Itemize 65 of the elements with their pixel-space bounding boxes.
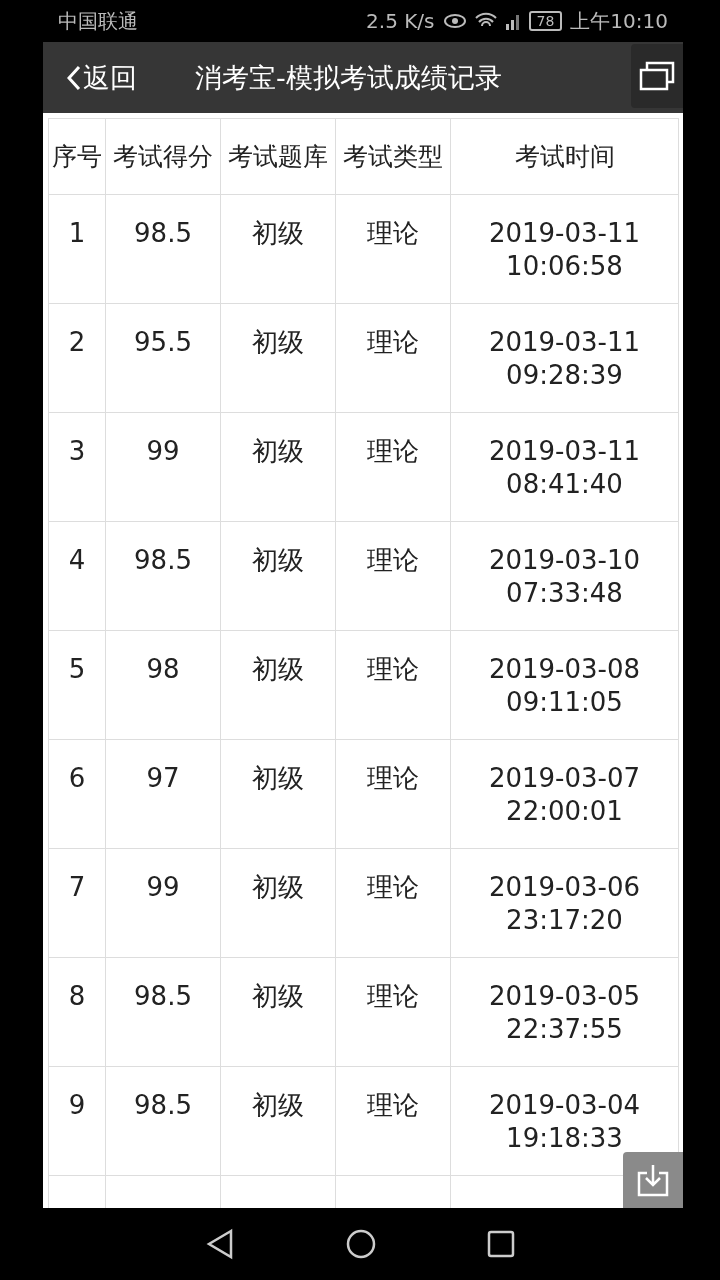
table-cell: 2019-03-11 08:41:40 [451, 413, 679, 522]
back-nav-icon[interactable] [205, 1228, 235, 1260]
table-cell: 初级 [221, 522, 336, 631]
table-cell: 2 [49, 304, 106, 413]
table-cell: 98.5 [106, 195, 221, 304]
battery-indicator: 78 [528, 11, 563, 31]
table-cell: 9 [49, 1067, 106, 1176]
table-cell: 初级 [221, 1067, 336, 1176]
download-button[interactable] [623, 1152, 683, 1208]
table-cell: 初级 [221, 740, 336, 849]
table-cell: 2019-03-07 22:00:01 [451, 740, 679, 849]
table-cell: 初级 [221, 195, 336, 304]
table-cell: 理论 [336, 195, 451, 304]
table-cell: 2019-03-11 09:28:39 [451, 304, 679, 413]
table-cell: 99 [106, 849, 221, 958]
table-cell: 4 [49, 522, 106, 631]
table-cell: 理论 [336, 740, 451, 849]
table-cell: 7 [49, 849, 106, 958]
eye-icon [442, 13, 467, 29]
column-header: 序号 [49, 118, 106, 195]
column-header: 考试类型 [336, 118, 451, 195]
table-cell: 2019-03-10 07:33:48 [451, 522, 679, 631]
chevron-left-icon [67, 64, 81, 91]
column-header: 考试时间 [451, 118, 679, 195]
table-cell: 3 [49, 413, 106, 522]
table-cell: 95.5 [106, 304, 221, 413]
table-cell: 1 [49, 195, 106, 304]
table-cell: 2019-03-11 10:06:58 [451, 195, 679, 304]
table-cell: 2019-03-05 22:37:55 [451, 958, 679, 1067]
table-cell: 理论 [336, 1067, 451, 1176]
table-cell: 6 [49, 740, 106, 849]
signal-icon [504, 12, 521, 30]
table-cell: 97 [106, 740, 221, 849]
table-cell: 98.5 [106, 1067, 221, 1176]
table-cell: 2019-03-06 23:17:20 [451, 849, 679, 958]
carrier-name: 中国联通 [58, 7, 139, 35]
table-cell: 2019-03-08 09:11:05 [451, 631, 679, 740]
home-nav-icon[interactable] [345, 1228, 377, 1260]
table-cell: 初级 [221, 304, 336, 413]
table-cell: 初级 [221, 958, 336, 1067]
table-cell: 初级 [221, 849, 336, 958]
table-cell: 理论 [336, 304, 451, 413]
table-cell: 8 [49, 958, 106, 1067]
page-title: 消考宝-模拟考试成绩记录 [195, 60, 502, 95]
column-header: 考试题库 [221, 118, 336, 195]
table-cell: 理论 [336, 413, 451, 522]
table-cell: 初级 [221, 631, 336, 740]
table-cell: 理论 [336, 958, 451, 1067]
table-cell: 98 [106, 631, 221, 740]
back-button[interactable]: 返回 [67, 59, 137, 96]
table-cell: 98.5 [106, 522, 221, 631]
network-speed: 2.5 K/s [366, 9, 435, 33]
download-icon [637, 1163, 669, 1197]
column-header: 考试得分 [106, 118, 221, 195]
clock: 上午10:10 [570, 7, 668, 35]
multi-window-button[interactable] [631, 44, 683, 108]
table-cell: 初级 [221, 413, 336, 522]
table-cell: 99 [106, 413, 221, 522]
table-cell: 98.5 [106, 958, 221, 1067]
table-cell: 理论 [336, 849, 451, 958]
table-cell: 理论 [336, 631, 451, 740]
table-cell: 理论 [336, 522, 451, 631]
recents-nav-icon[interactable] [487, 1230, 515, 1258]
table-cell: 5 [49, 631, 106, 740]
windows-icon [639, 61, 675, 91]
